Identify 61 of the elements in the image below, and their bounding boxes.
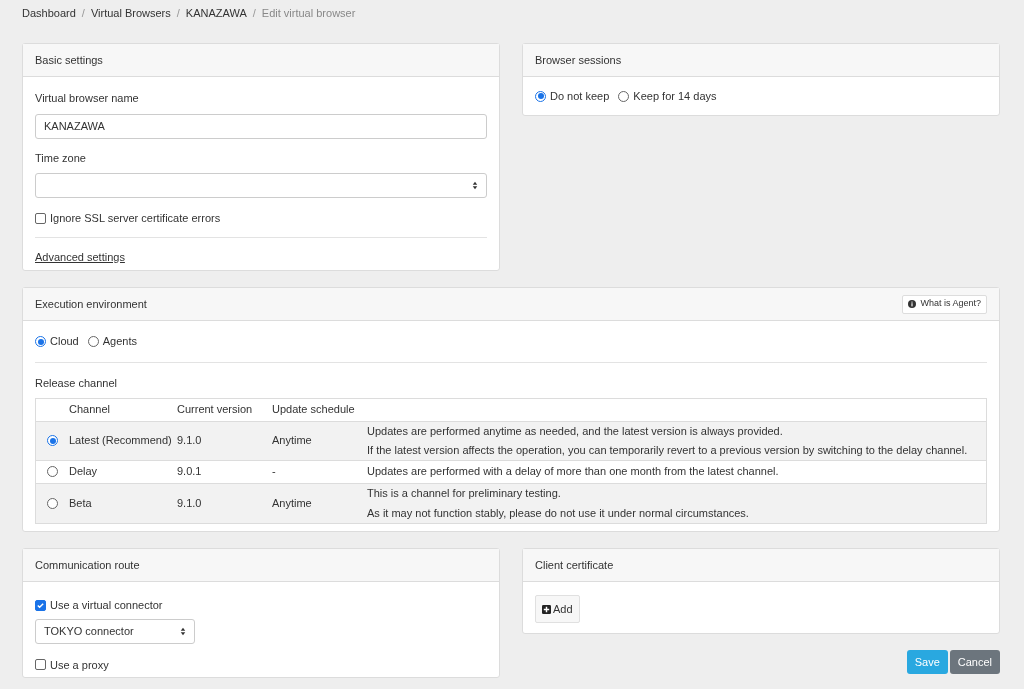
table-cell-text: 9.0.1 [177,464,203,480]
radio-button[interactable] [47,466,58,477]
breadcrumb-separator: / [81,6,85,22]
card-title: Execution environment [35,296,147,312]
field-label: Virtual browser name [35,91,140,106]
plus-square-icon [542,604,551,614]
table-cell-text: If the latest version affects the operation, you can temporarily revert to a previous version by switching to the delay channel. [367,443,968,458]
table-cell-text: Anytime [272,495,313,511]
radio-button[interactable] [87,336,99,347]
column-header: Update schedule [272,402,356,418]
connector-select[interactable]: TOKYO connector [35,618,195,644]
radio-label: Keep for 14 days [633,88,717,104]
checkbox-label: Use a proxy [50,657,109,673]
table-cell-text: Updates are performed with a delay of more than one month from the latest channel. [367,464,779,480]
checkbox[interactable] [35,212,46,224]
card-title: Basic settings [35,52,103,68]
breadcrumb-separator: / [176,6,180,22]
table-cell-text: Delay [69,464,99,480]
table-row[interactable]: Beta 9.1.0 Anytime This is a channel for preliminary testing. As it may not function stably, please do not use it under normal circumstances. [36,483,986,523]
breadcrumb-link[interactable]: Dashboard [22,5,76,22]
radio-label: Do not keep [550,88,610,104]
table-cell-text: This is a channel for preliminary testing. [367,486,562,501]
info-icon [908,300,917,308]
name-input-field[interactable]: KANAZAWA [35,113,487,139]
advanced-settings-link[interactable]: Advanced settings [35,248,125,265]
checkbox[interactable] [35,659,46,671]
table-cell-text: Anytime [272,433,313,449]
radio-button[interactable] [47,435,58,446]
cancel-button[interactable]: Cancel [949,650,1000,674]
table-cell-text: Beta [69,495,93,511]
checkbox-label: Use a virtual connector [50,598,163,613]
breadcrumb-link[interactable]: Virtual Browsers [90,5,171,22]
column-header: Channel [69,402,111,418]
radio-label: Cloud [50,334,79,350]
column-header: Current version [177,402,254,418]
field-label: Time zone [35,150,87,166]
field-label: Release channel [35,376,118,391]
what-is-agent-button[interactable]: What is Agent? [902,294,987,314]
sort-caret-icon [180,626,186,636]
table-cell-text: As it may not function stably, please do not use it under normal circumstances. [367,505,749,521]
radio-label: Agents [102,334,137,350]
card-title: Communication route [35,557,140,573]
table-cell-text: 9.1.0 [177,495,203,511]
add-button[interactable]: Add [535,595,580,623]
table-cell-text: Latest (Recommend) [69,433,173,449]
table-cell-text: - [272,464,277,480]
checkbox-label: Ignore SSL server certificate errors [50,211,221,226]
radio-button[interactable] [47,497,58,509]
table-cell-text: 9.1.0 [177,433,203,449]
card-title: Browser sessions [535,52,622,68]
radio-button[interactable] [35,336,46,347]
breadcrumb-link[interactable]: KANAZAWA [185,5,247,22]
breadcrumb-separator: / [252,6,256,22]
checkbox[interactable] [35,599,46,611]
radio-button[interactable] [535,90,546,102]
breadcrumb-current: Edit virtual browser [261,6,356,22]
table-row[interactable] [36,421,986,461]
card-title: Client certificate [535,557,614,573]
radio-button[interactable] [618,90,630,102]
sort-caret-icon [472,181,478,190]
table-cell-text: Updates are performed anytime as needed, and the latest version is always provided. [367,423,784,439]
